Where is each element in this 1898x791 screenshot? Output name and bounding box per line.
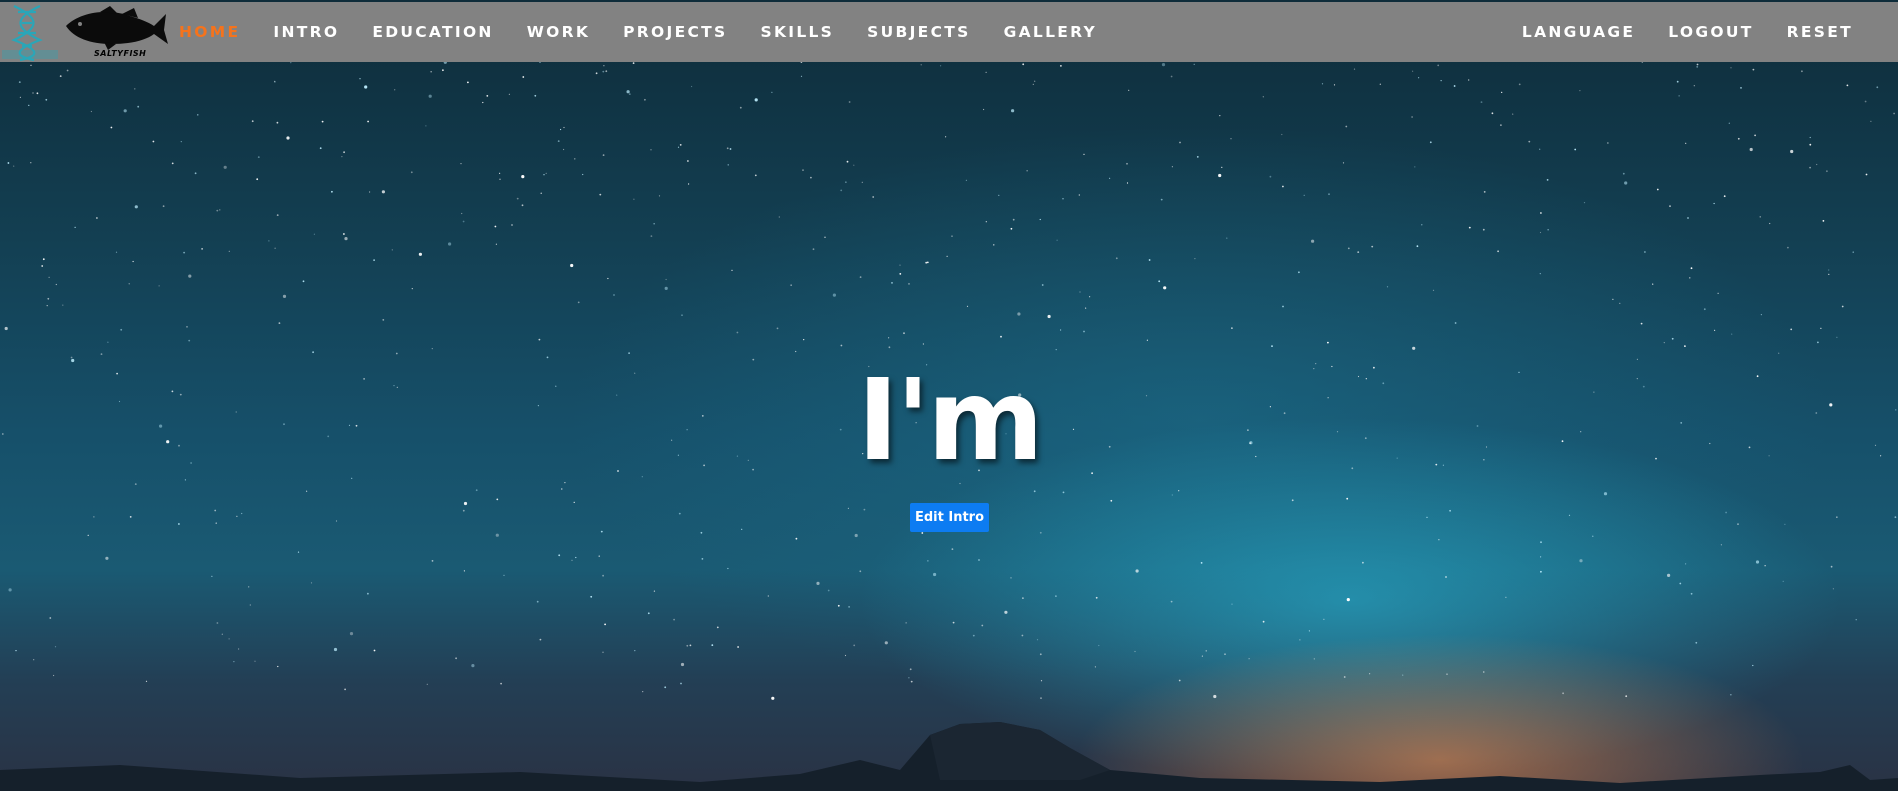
nav-skills[interactable]: SKILLS (760, 23, 834, 41)
nav-left-group: HOME INTRO EDUCATION WORK PROJECTS SKILL… (179, 2, 1130, 62)
dna-logo-icon[interactable] (0, 2, 60, 62)
hero-background: I'm Edit Intro (0, 0, 1898, 791)
nav-intro[interactable]: INTRO (273, 23, 339, 41)
nav-language[interactable]: LANGUAGE (1522, 23, 1635, 41)
nav-subjects[interactable]: SUBJECTS (867, 23, 970, 41)
edit-intro-button[interactable]: Edit Intro (910, 503, 989, 532)
fish-logo-icon[interactable]: SALTYFISH (60, 4, 170, 62)
nav-gallery[interactable]: GALLERY (1004, 23, 1097, 41)
fish-logo-caption: SALTYFISH (94, 49, 147, 58)
nav-work[interactable]: WORK (527, 23, 590, 41)
nav-right-group: LANGUAGE LOGOUT RESET (1489, 2, 1853, 62)
nav-education[interactable]: EDUCATION (372, 23, 493, 41)
top-navbar: SALTYFISH HOME INTRO EDUCATION WORK PROJ… (0, 2, 1898, 62)
nav-home[interactable]: HOME (179, 23, 240, 41)
nav-logout[interactable]: LOGOUT (1668, 23, 1753, 41)
nav-projects[interactable]: PROJECTS (623, 23, 727, 41)
nav-reset[interactable]: RESET (1787, 23, 1853, 41)
hero-title: I'm (857, 356, 1044, 486)
